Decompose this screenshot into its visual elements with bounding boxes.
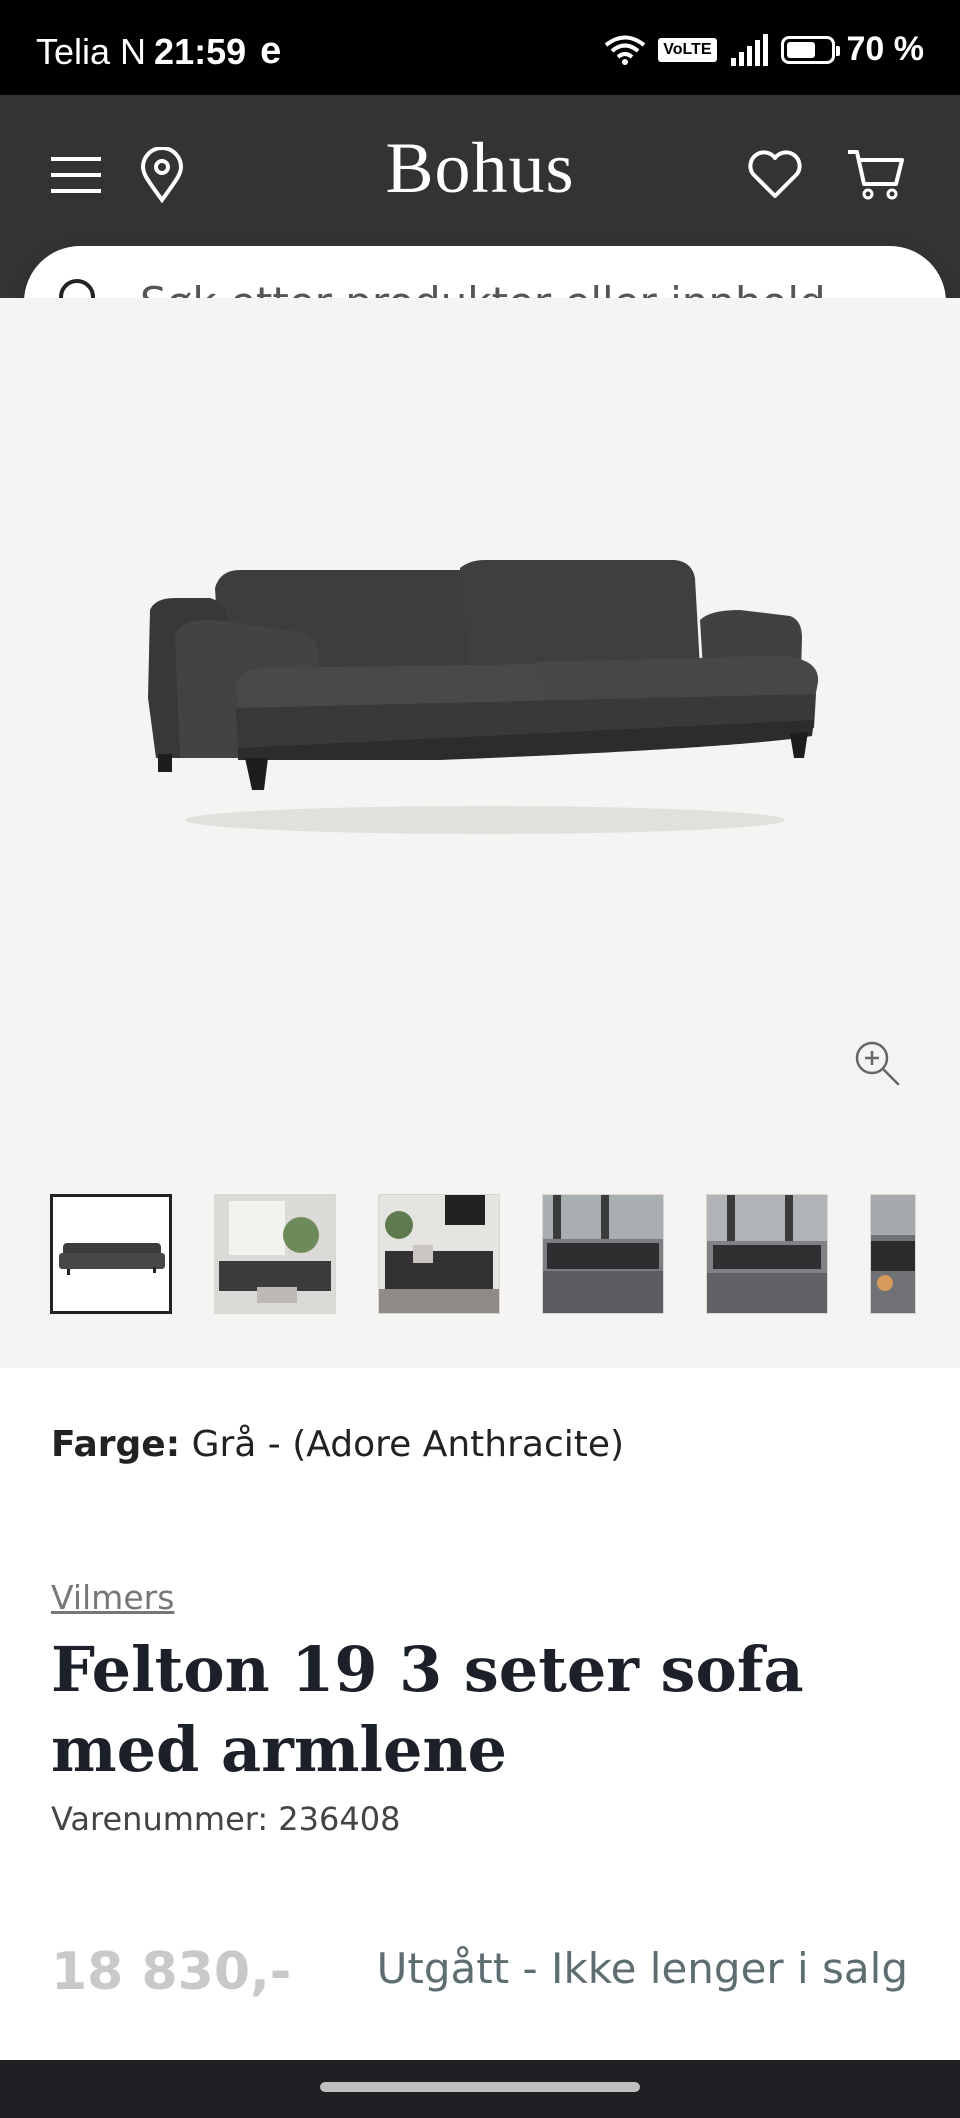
sku-number: Varenummer: 236408 [51,1800,401,1838]
bohus-logo[interactable]: Bohus [0,127,960,210]
thumbnail-6[interactable] [870,1194,916,1314]
product-title: Felton 19 3 seter sofa med armlene [51,1633,804,1786]
battery-icon [780,35,840,64]
availability-status: Utgått - Ikke lenger i salg [376,1944,908,1993]
cart-icon[interactable] [846,145,906,205]
thumbnail-1[interactable] [50,1194,172,1314]
wifi-icon [604,35,646,65]
brand-link[interactable]: Vilmers [51,1578,174,1617]
color-label: Farge: [51,1424,181,1465]
thumbnail-strip [50,1194,916,1314]
status-right: VoLTE 70 % [604,30,924,69]
signal-icon [730,33,768,66]
color-value: Grå - (Adore Anthracite) [191,1424,625,1465]
status-left: Telia N 21:59 e [36,30,281,73]
battery-percent: 70 % [846,30,925,68]
clock: 21:59 [154,30,247,72]
home-indicator[interactable] [320,2082,640,2092]
network-e-icon: e [260,30,282,72]
zoom-in-icon[interactable] [852,1038,902,1088]
product-price: 18 830,- [51,1942,292,2002]
volte-badge: VoLTE [658,37,717,62]
system-nav-bar [0,2060,960,2118]
thumbnail-4[interactable] [542,1194,664,1314]
thumbnail-3[interactable] [378,1194,500,1314]
product-gallery [0,298,960,1368]
carrier-name: Telia N [36,30,147,72]
thumbnail-5[interactable] [706,1194,828,1314]
color-selection: Farge: Grå - (Adore Anthracite) [51,1424,624,1465]
heart-icon[interactable] [745,145,805,205]
product-image-sofa[interactable] [140,558,830,858]
status-bar: Telia N 21:59 e VoLTE 70 % [0,0,960,95]
thumbnail-2[interactable] [214,1194,336,1314]
